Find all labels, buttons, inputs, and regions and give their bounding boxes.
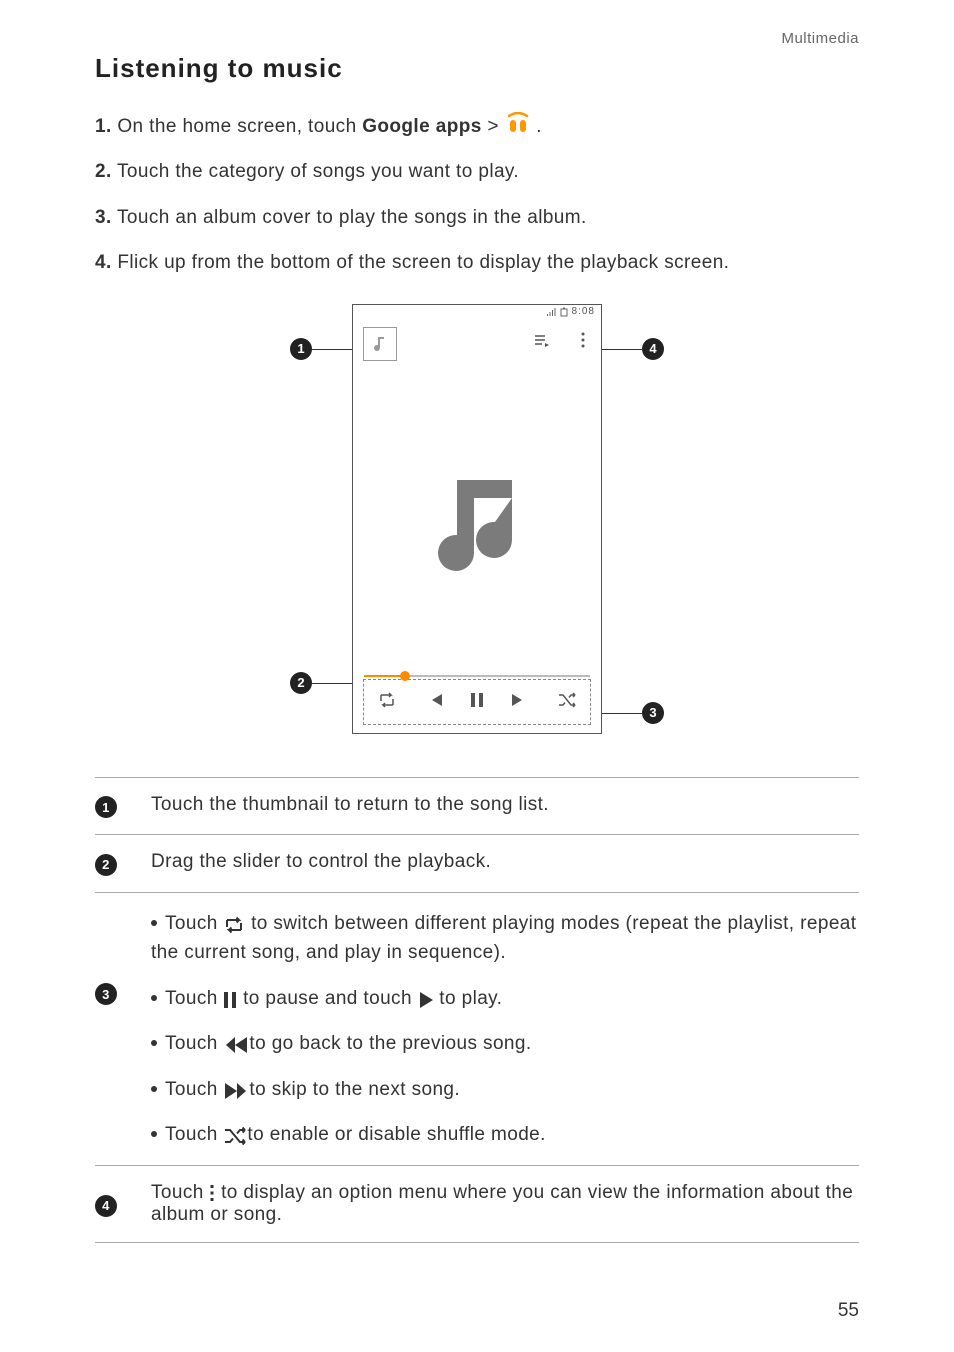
callout-4: 4 (642, 338, 664, 360)
battery-icon (560, 307, 568, 317)
step-number: 2. (95, 161, 112, 182)
pause-icon[interactable] (470, 692, 484, 708)
step-number: 3. (95, 207, 112, 228)
slider-thumb[interactable] (400, 671, 410, 681)
callout-table: 1 Touch the thumbnail to return to the s… (95, 777, 859, 1244)
step-number: 1. (95, 116, 112, 137)
more-icon[interactable] (581, 331, 585, 349)
controls-bullet-list: Touch to switch between different playin… (151, 909, 859, 1150)
pause-icon (223, 991, 237, 1009)
text: to pause and touch (243, 988, 418, 1009)
text: Touch (151, 1182, 209, 1203)
text: to skip to the next song. (249, 1079, 460, 1100)
queue-icon[interactable] (533, 333, 551, 351)
next-icon[interactable] (510, 692, 532, 708)
shuffle-icon[interactable] (557, 692, 577, 708)
player-topbar (353, 323, 601, 363)
steps-list: 1. On the home screen, touch Google apps… (95, 112, 859, 278)
step-text: > (482, 116, 505, 137)
album-art-placeholder (353, 365, 601, 675)
callout-1-text: Touch the thumbnail to return to the son… (151, 777, 859, 835)
player-controls (363, 679, 591, 725)
list-item: Touch to enable or disable shuffle mode. (151, 1120, 859, 1149)
callout-2-text: Drag the slider to control the playback. (151, 835, 859, 893)
table-row: 3 Touch to switch between different play… (95, 892, 859, 1166)
callout-badge-3: 3 (95, 983, 117, 1005)
phone-frame: 8:08 (352, 304, 602, 734)
shuffle-icon (223, 1127, 247, 1145)
text: to play. (439, 988, 502, 1009)
playback-figure: 1 4 2 3 8:08 (352, 304, 602, 734)
signal-icon (546, 307, 556, 317)
step-number: 4. (95, 252, 112, 273)
progress-slider[interactable] (364, 671, 590, 681)
text: Touch (165, 1079, 223, 1100)
callout-badge-2: 2 (95, 854, 117, 876)
previous-icon (223, 1036, 249, 1054)
list-item: Touch to go back to the previous song. (151, 1029, 859, 1058)
table-row: 1 Touch the thumbnail to return to the s… (95, 777, 859, 835)
list-item: Touch to switch between different playin… (151, 909, 859, 968)
step-text: . (531, 116, 542, 137)
text: Touch (165, 1033, 223, 1054)
text: Touch (165, 913, 223, 934)
more-icon (209, 1183, 215, 1203)
text: Touch (165, 988, 223, 1009)
text: Touch (165, 1124, 223, 1145)
repeat-icon[interactable] (377, 692, 397, 708)
text: to display an option menu where you can … (151, 1182, 853, 1225)
next-icon (223, 1082, 249, 1100)
slider-fill (364, 675, 405, 677)
step-text: On the home screen, touch (117, 116, 362, 137)
note-icon (412, 455, 542, 585)
text: to go back to the previous song. (249, 1033, 531, 1054)
clock-text: 8:08 (572, 306, 595, 317)
table-row: 2 Drag the slider to control the playbac… (95, 835, 859, 893)
step-text: Flick up from the bottom of the screen t… (117, 252, 729, 273)
google-apps-label: Google apps (362, 116, 481, 137)
repeat-icon (223, 916, 245, 934)
list-item: Touch to skip to the next song. (151, 1075, 859, 1104)
callout-4-text: Touch to display an option menu where yo… (151, 1166, 859, 1243)
step-2: 2. Touch the category of songs you want … (95, 157, 859, 186)
callout-badge-4: 4 (95, 1195, 117, 1217)
step-1: 1. On the home screen, touch Google apps… (95, 112, 859, 141)
status-bar: 8:08 (353, 305, 601, 323)
text: to switch between different playing mode… (151, 913, 856, 963)
album-thumbnail[interactable] (363, 327, 397, 361)
note-icon (370, 334, 390, 354)
text: to enable or disable shuffle mode. (247, 1124, 545, 1145)
table-row: 4 Touch to display an option menu where … (95, 1166, 859, 1243)
step-text: Touch an album cover to play the songs i… (117, 207, 587, 228)
section-header: Multimedia (95, 30, 859, 47)
callout-badge-1: 1 (95, 796, 117, 818)
previous-icon[interactable] (422, 692, 444, 708)
callout-1: 1 (290, 338, 312, 360)
callout-3: 3 (642, 702, 664, 724)
play-icon (418, 991, 434, 1009)
step-4: 4. Flick up from the bottom of the scree… (95, 248, 859, 277)
music-app-icon (505, 112, 531, 138)
page-title: Listening to music (95, 53, 859, 84)
list-item: Touch to pause and touch to play. (151, 984, 859, 1013)
page-number: 55 (838, 1300, 859, 1322)
callout-2: 2 (290, 672, 312, 694)
step-text: Touch the category of songs you want to … (117, 161, 519, 182)
step-3: 3. Touch an album cover to play the song… (95, 203, 859, 232)
